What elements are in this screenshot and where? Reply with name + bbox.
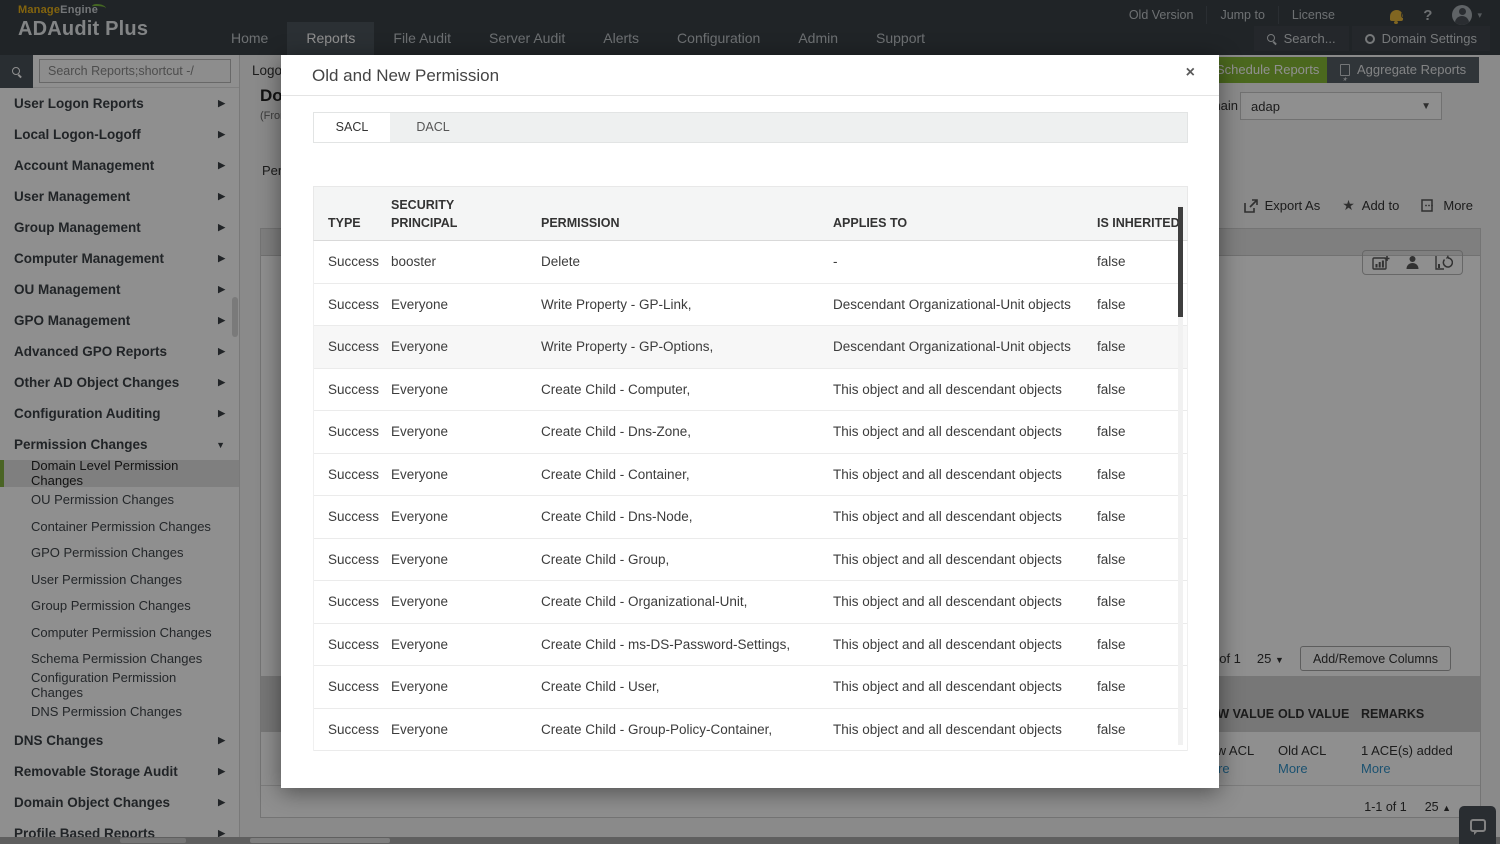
cell-type: Success <box>328 466 380 482</box>
cell-applies-to: This object and all descendant objects <box>833 721 1062 737</box>
cell-applies-to: This object and all descendant objects <box>833 424 1062 440</box>
cell-applies-to: This object and all descendant objects <box>833 381 1062 397</box>
header-cell: SECURITY PRINCIPAL <box>391 196 541 232</box>
permission-table-body: Success booster Delete - false Success Everyon… <box>313 241 1188 751</box>
cell-applies-to: Descendant Organizational-Unit objects <box>833 296 1071 312</box>
tab-dacl[interactable]: DACL <box>390 113 476 142</box>
cell-type: Success <box>328 254 380 270</box>
close-icon[interactable]: × <box>1186 64 1195 82</box>
old-new-permission-dialog: Old and New Permission × SACL DACL TYPE SE… <box>281 55 1219 788</box>
cell-is-inherited: false <box>1097 254 1126 270</box>
cell-is-inherited: false <box>1097 424 1126 440</box>
cell-type: Success <box>328 381 380 397</box>
column-header-permission: PERMISSION <box>541 216 620 230</box>
permission-table: TYPE SECURITY PRINCIPAL PERMISSION APPLIES … <box>313 186 1188 751</box>
cell-type: Success <box>328 296 380 312</box>
cell-applies-to: - <box>833 254 838 270</box>
cell-permission: Create Child - ms-DS-Password-Settings, <box>541 636 791 652</box>
column-header-applies-to: APPLIES TO <box>833 216 908 230</box>
cell-applies-to: This object and all descendant objects <box>833 551 1062 567</box>
header-cell: IS INHERITED <box>1097 214 1189 232</box>
cell-type: Success <box>328 594 380 610</box>
cell-permission: Create Child - Computer, <box>541 381 691 397</box>
cell-is-inherited: false <box>1097 466 1126 482</box>
cell-security-principal: Everyone <box>391 509 449 525</box>
cell-security-principal: Everyone <box>391 679 449 695</box>
tab-sacl[interactable]: SACL <box>314 113 390 142</box>
permission-row: Success Everyone Create Child - Group, This… <box>314 538 1187 581</box>
cell-security-principal: Everyone <box>391 296 449 312</box>
dialog-title-divider <box>281 95 1219 96</box>
permission-row: Success Everyone Create Child - Container,… <box>314 453 1187 496</box>
cell-applies-to: This object and all descendant objects <box>833 509 1062 525</box>
cell-type: Success <box>328 509 380 525</box>
cell-type: Success <box>328 636 380 652</box>
cell-type: Success <box>328 551 380 567</box>
column-header-is-inherited: IS INHERITED <box>1097 216 1180 230</box>
acl-tabs: SACL DACL <box>313 112 1188 143</box>
dialog-title: Old and New Permission <box>312 66 500 85</box>
cell-is-inherited: false <box>1097 594 1126 610</box>
permission-row: Success Everyone Create Child - User, This … <box>314 666 1187 709</box>
permission-row: Success Everyone Create Child - ms-DS-Pass… <box>314 623 1187 666</box>
cell-applies-to: This object and all descendant objects <box>833 679 1062 695</box>
cell-permission: Create Child - Group-Policy-Container, <box>541 721 773 737</box>
header-cell: APPLIES TO <box>833 214 1097 232</box>
cell-permission: Create Child - User, <box>541 679 660 695</box>
cell-type: Success <box>328 721 380 737</box>
cell-permission: Create Child - Dns-Node, <box>541 509 693 525</box>
cell-is-inherited: false <box>1097 551 1126 567</box>
cell-security-principal: Everyone <box>391 594 449 610</box>
cell-is-inherited: false <box>1097 509 1126 525</box>
cell-is-inherited: false <box>1097 381 1126 397</box>
cell-security-principal: Everyone <box>391 339 449 355</box>
cell-type: Success <box>328 679 380 695</box>
cell-permission: Create Child - Organizational-Unit, <box>541 594 748 610</box>
permission-row: Success booster Delete - false <box>314 241 1187 284</box>
cell-permission: Write Property - GP-Link, <box>541 296 692 312</box>
permission-row: Success Everyone Create Child - Group-Poli… <box>314 708 1187 751</box>
cell-applies-to: Descendant Organizational-Unit objects <box>833 339 1071 355</box>
cell-security-principal: booster <box>391 254 437 270</box>
cell-type: Success <box>328 339 380 355</box>
modal-scrollbar-thumb[interactable] <box>1178 207 1183 317</box>
cell-security-principal: Everyone <box>391 424 449 440</box>
permission-row: Success Everyone Create Child - Dns-Node, T… <box>314 496 1187 539</box>
column-header-type: TYPE <box>328 216 361 230</box>
permission-row: Success Everyone Write Property - GP-Optio… <box>314 326 1187 369</box>
cell-applies-to: This object and all descendant objects <box>833 466 1062 482</box>
cell-type: Success <box>328 424 380 440</box>
cell-is-inherited: false <box>1097 296 1126 312</box>
cell-is-inherited: false <box>1097 339 1126 355</box>
header-cell: PERMISSION <box>541 214 833 232</box>
cell-security-principal: Everyone <box>391 466 449 482</box>
cell-is-inherited: false <box>1097 636 1126 652</box>
cell-security-principal: Everyone <box>391 721 449 737</box>
cell-permission: Write Property - GP-Options, <box>541 339 714 355</box>
cell-applies-to: This object and all descendant objects <box>833 636 1062 652</box>
permission-row: Success Everyone Create Child - Dns-Zone, T… <box>314 411 1187 454</box>
permission-row: Success Everyone Write Property - GP-Link,… <box>314 283 1187 326</box>
column-header-security-principal: SECURITY PRINCIPAL <box>391 198 458 230</box>
permission-row: Success Everyone Create Child - Organizati… <box>314 581 1187 624</box>
cell-applies-to: This object and all descendant objects <box>833 594 1062 610</box>
permission-table-header: TYPE SECURITY PRINCIPAL PERMISSION APPLIES … <box>313 186 1188 241</box>
cell-permission: Delete <box>541 254 581 270</box>
cell-permission: Create Child - Container, <box>541 466 690 482</box>
cell-security-principal: Everyone <box>391 636 449 652</box>
cell-is-inherited: false <box>1097 721 1126 737</box>
cell-permission: Create Child - Dns-Zone, <box>541 424 692 440</box>
header-cell: TYPE <box>314 214 391 232</box>
cell-is-inherited: false <box>1097 679 1126 695</box>
permission-row: Success Everyone Create Child - Computer, T… <box>314 368 1187 411</box>
cell-security-principal: Everyone <box>391 551 449 567</box>
cell-permission: Create Child - Group, <box>541 551 670 567</box>
cell-security-principal: Everyone <box>391 381 449 397</box>
